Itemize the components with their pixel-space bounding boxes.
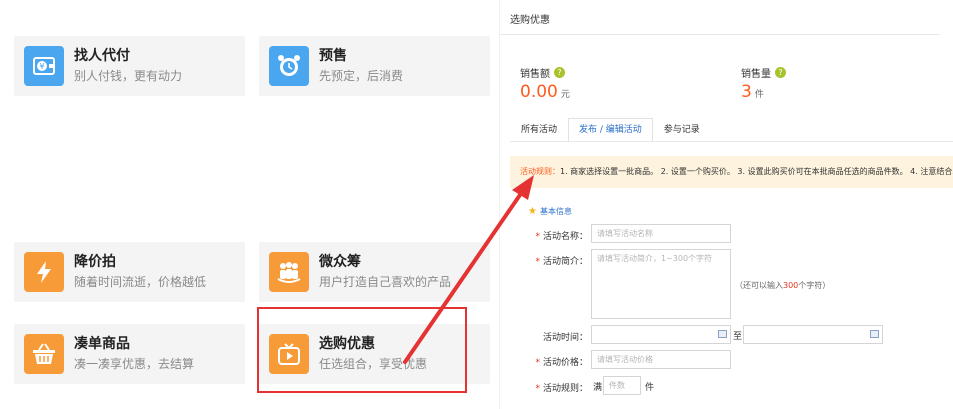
tabs-divider	[510, 141, 953, 142]
calendar-icon[interactable]	[718, 330, 727, 338]
sales-amount-label: 销售额 ?	[520, 65, 565, 80]
card-subtitle: 凑一凑享优惠，去结算	[74, 357, 195, 371]
star-icon: ★	[528, 206, 537, 217]
start-time-input[interactable]	[591, 325, 731, 344]
help-question-icon[interactable]: ?	[554, 67, 565, 78]
tab-records[interactable]: 参与记录	[653, 118, 711, 142]
calendar-icon[interactable]	[870, 330, 879, 338]
tab-publish-edit[interactable]: 发布 / 编辑活动	[568, 118, 653, 142]
help-question-icon[interactable]: ?	[775, 67, 786, 78]
title-divider	[500, 34, 940, 35]
card-subtitle: 先预定，后消费	[319, 69, 404, 83]
sales-count-label: 销售量 ?	[741, 65, 786, 80]
card-title: 降价拍	[74, 254, 116, 270]
activity-price-label: * 活动价格：	[535, 358, 588, 368]
time-separator: 至	[733, 332, 743, 342]
card-title: 预售	[319, 48, 347, 64]
activity-intro-textarea[interactable]: 请填写活动简介，1~300个字符	[591, 249, 731, 319]
tab-all-activities[interactable]: 所有活动	[510, 118, 568, 142]
card-subtitle: 用户打造自己喜欢的产品	[319, 275, 452, 289]
rule-count-input[interactable]: 件数	[603, 376, 641, 395]
rule-prefix: 满	[593, 383, 603, 393]
activity-name-input[interactable]: 请填写活动名称	[591, 224, 731, 243]
intro-char-hint: （还可以输入300个字符）	[735, 281, 831, 290]
card-crowdfunding[interactable]: 微众筹 用户打造自己喜欢的产品	[259, 242, 490, 302]
card-price-drop[interactable]: 降价拍 随着时间流逝，价格越低	[14, 242, 245, 302]
activity-intro-label: * 活动简介：	[535, 257, 588, 267]
card-find-payer[interactable]: ¥ 找人代付 别人付钱，更有动力	[14, 36, 245, 96]
highlight-box	[257, 307, 467, 393]
activity-tabs: 所有活动 发布 / 编辑活动 参与记录	[510, 118, 711, 142]
activity-price-input[interactable]: 请填写活动价格	[591, 350, 731, 369]
rule-suffix: 件	[645, 383, 655, 393]
discount-settings-panel: 选购优惠 销售额 ? 0.00 元 销售量 ? 3件 所有活动 发布 / 编辑活动…	[499, 0, 953, 409]
card-subtitle: 随着时间流逝，价格越低	[74, 275, 207, 289]
alarm-clock-icon	[269, 46, 309, 86]
lightning-icon	[24, 252, 64, 292]
sales-amount-value: 0.00 元	[520, 82, 570, 102]
activity-time-label: 活动时间：	[542, 333, 588, 343]
sales-count-value: 3件	[741, 82, 764, 102]
activity-rule-label: * 活动规则：	[535, 384, 588, 394]
card-presale[interactable]: 预售 先预定，后消费	[259, 36, 490, 96]
card-title: 找人代付	[74, 48, 130, 64]
basket-icon	[24, 334, 64, 374]
card-title: 凑单商品	[74, 336, 130, 352]
rules-notice: 活动规则：1. 商家选择设置一批商品。 2. 设置一个购买价。 3. 设置此购买…	[510, 156, 953, 188]
end-time-input[interactable]	[743, 325, 883, 344]
card-bundle[interactable]: 凑单商品 凑一凑享优惠，去结算	[14, 324, 245, 384]
activity-name-label: * 活动名称：	[535, 232, 588, 242]
people-group-icon	[269, 252, 309, 292]
panel-title: 选购优惠	[510, 15, 550, 26]
svg-text:¥: ¥	[39, 62, 44, 71]
card-title: 微众筹	[319, 254, 361, 270]
card-subtitle: 别人付钱，更有动力	[74, 69, 183, 83]
yen-wallet-icon: ¥	[24, 46, 64, 86]
basic-info-section: ★ 基本信息	[528, 206, 572, 217]
